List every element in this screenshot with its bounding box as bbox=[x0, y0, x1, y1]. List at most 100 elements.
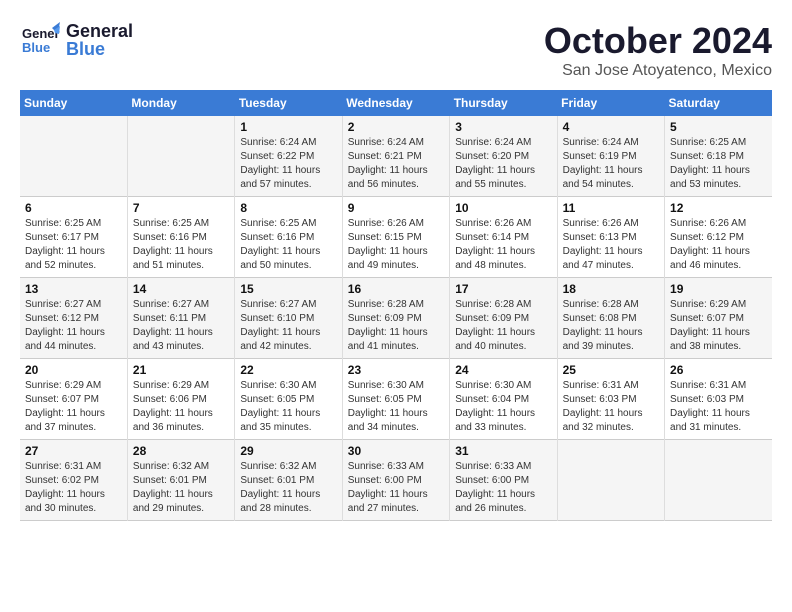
calendar-cell: 25 Sunrise: 6:31 AM Sunset: 6:03 PM Dayli… bbox=[557, 359, 664, 440]
day-header-monday: Monday bbox=[127, 90, 234, 116]
day-info: Sunrise: 6:24 AM Sunset: 6:21 PM Dayligh… bbox=[348, 136, 444, 192]
day-info: Sunrise: 6:33 AM Sunset: 6:00 PM Dayligh… bbox=[348, 460, 444, 516]
calendar-cell bbox=[20, 116, 127, 197]
day-info: Sunrise: 6:29 AM Sunset: 6:07 PM Dayligh… bbox=[670, 298, 767, 354]
day-number: 30 bbox=[348, 444, 444, 458]
day-info: Sunrise: 6:24 AM Sunset: 6:22 PM Dayligh… bbox=[240, 136, 336, 192]
title-section: October 2024 San Jose Atoyatenco, Mexico bbox=[544, 20, 772, 80]
day-number: 4 bbox=[563, 120, 659, 134]
day-number: 11 bbox=[563, 201, 659, 215]
day-header-sunday: Sunday bbox=[20, 90, 127, 116]
calendar-cell: 13 Sunrise: 6:27 AM Sunset: 6:12 PM Dayli… bbox=[20, 278, 127, 359]
calendar-cell: 27 Sunrise: 6:31 AM Sunset: 6:02 PM Dayli… bbox=[20, 440, 127, 521]
day-number: 29 bbox=[240, 444, 336, 458]
calendar-cell: 3 Sunrise: 6:24 AM Sunset: 6:20 PM Daylig… bbox=[450, 116, 557, 197]
day-info: Sunrise: 6:30 AM Sunset: 6:04 PM Dayligh… bbox=[455, 379, 551, 435]
calendar-cell: 10Sunrise: 6:26 AM Sunset: 6:14 PM Dayli… bbox=[450, 197, 557, 278]
day-info: Sunrise: 6:25 AM Sunset: 6:18 PM Dayligh… bbox=[670, 136, 767, 192]
day-number: 19 bbox=[670, 282, 767, 296]
day-number: 31 bbox=[455, 444, 551, 458]
calendar-cell: 24 Sunrise: 6:30 AM Sunset: 6:04 PM Dayli… bbox=[450, 359, 557, 440]
calendar-cell: 4 Sunrise: 6:24 AM Sunset: 6:19 PM Daylig… bbox=[557, 116, 664, 197]
day-number: 14 bbox=[133, 282, 229, 296]
logo: General Blue General Blue bbox=[20, 20, 133, 60]
calendar-cell: 14 Sunrise: 6:27 AM Sunset: 6:11 PM Dayli… bbox=[127, 278, 234, 359]
day-info: Sunrise: 6:33 AM Sunset: 6:00 PM Dayligh… bbox=[455, 460, 551, 516]
calendar-cell: 2 Sunrise: 6:24 AM Sunset: 6:21 PM Daylig… bbox=[342, 116, 449, 197]
day-info: Sunrise: 6:26 AM Sunset: 6:12 PM Dayligh… bbox=[670, 217, 767, 273]
day-number: 5 bbox=[670, 120, 767, 134]
calendar-cell: 19 Sunrise: 6:29 AM Sunset: 6:07 PM Dayli… bbox=[665, 278, 772, 359]
calendar-cell: 18 Sunrise: 6:28 AM Sunset: 6:08 PM Dayli… bbox=[557, 278, 664, 359]
logo-icon: General Blue bbox=[20, 20, 60, 60]
calendar-cell: 16Sunrise: 6:28 AM Sunset: 6:09 PM Dayli… bbox=[342, 278, 449, 359]
day-header-thursday: Thursday bbox=[450, 90, 557, 116]
day-number: 2 bbox=[348, 120, 444, 134]
week-row-4: 20Sunrise: 6:29 AM Sunset: 6:07 PM Dayli… bbox=[20, 359, 772, 440]
day-number: 21 bbox=[133, 363, 229, 377]
calendar-cell: 1 Sunrise: 6:24 AM Sunset: 6:22 PM Daylig… bbox=[235, 116, 342, 197]
day-info: Sunrise: 6:30 AM Sunset: 6:05 PM Dayligh… bbox=[240, 379, 336, 435]
day-number: 3 bbox=[455, 120, 551, 134]
calendar-subtitle: San Jose Atoyatenco, Mexico bbox=[544, 62, 772, 80]
day-info: Sunrise: 6:30 AM Sunset: 6:05 PM Dayligh… bbox=[348, 379, 444, 435]
day-info: Sunrise: 6:29 AM Sunset: 6:06 PM Dayligh… bbox=[133, 379, 229, 435]
day-info: Sunrise: 6:28 AM Sunset: 6:08 PM Dayligh… bbox=[563, 298, 659, 354]
day-header-tuesday: Tuesday bbox=[235, 90, 342, 116]
calendar-cell: 31 Sunrise: 6:33 AM Sunset: 6:00 PM Dayli… bbox=[450, 440, 557, 521]
calendar-title: October 2024 bbox=[544, 20, 772, 62]
day-header-friday: Friday bbox=[557, 90, 664, 116]
day-number: 9 bbox=[348, 201, 444, 215]
day-info: Sunrise: 6:25 AM Sunset: 6:16 PM Dayligh… bbox=[133, 217, 229, 273]
day-number: 17 bbox=[455, 282, 551, 296]
day-info: Sunrise: 6:31 AM Sunset: 6:03 PM Dayligh… bbox=[670, 379, 767, 435]
day-number: 6 bbox=[25, 201, 122, 215]
day-info: Sunrise: 6:31 AM Sunset: 6:03 PM Dayligh… bbox=[563, 379, 659, 435]
day-number: 24 bbox=[455, 363, 551, 377]
day-number: 12 bbox=[670, 201, 767, 215]
day-info: Sunrise: 6:32 AM Sunset: 6:01 PM Dayligh… bbox=[240, 460, 336, 516]
calendar-cell: 20Sunrise: 6:29 AM Sunset: 6:07 PM Dayli… bbox=[20, 359, 127, 440]
calendar-cell: 8 Sunrise: 6:25 AM Sunset: 6:16 PM Daylig… bbox=[235, 197, 342, 278]
days-header-row: SundayMondayTuesdayWednesdayThursdayFrid… bbox=[20, 90, 772, 116]
day-number: 26 bbox=[670, 363, 767, 377]
calendar-cell: 23Sunrise: 6:30 AM Sunset: 6:05 PM Dayli… bbox=[342, 359, 449, 440]
day-info: Sunrise: 6:26 AM Sunset: 6:13 PM Dayligh… bbox=[563, 217, 659, 273]
day-number: 8 bbox=[240, 201, 336, 215]
day-header-wednesday: Wednesday bbox=[342, 90, 449, 116]
logo-general: General bbox=[66, 22, 133, 40]
day-number: 27 bbox=[25, 444, 122, 458]
day-info: Sunrise: 6:32 AM Sunset: 6:01 PM Dayligh… bbox=[133, 460, 229, 516]
day-number: 10 bbox=[455, 201, 551, 215]
day-number: 1 bbox=[240, 120, 336, 134]
calendar-cell bbox=[665, 440, 772, 521]
day-number: 22 bbox=[240, 363, 336, 377]
day-info: Sunrise: 6:31 AM Sunset: 6:02 PM Dayligh… bbox=[25, 460, 122, 516]
week-row-5: 27 Sunrise: 6:31 AM Sunset: 6:02 PM Dayli… bbox=[20, 440, 772, 521]
calendar-cell: 30 Sunrise: 6:33 AM Sunset: 6:00 PM Dayli… bbox=[342, 440, 449, 521]
day-info: Sunrise: 6:24 AM Sunset: 6:19 PM Dayligh… bbox=[563, 136, 659, 192]
day-number: 13 bbox=[25, 282, 122, 296]
calendar-cell: 17Sunrise: 6:28 AM Sunset: 6:09 PM Dayli… bbox=[450, 278, 557, 359]
day-info: Sunrise: 6:27 AM Sunset: 6:11 PM Dayligh… bbox=[133, 298, 229, 354]
day-number: 25 bbox=[563, 363, 659, 377]
logo-blue: Blue bbox=[66, 40, 133, 58]
day-number: 20 bbox=[25, 363, 122, 377]
day-info: Sunrise: 6:27 AM Sunset: 6:12 PM Dayligh… bbox=[25, 298, 122, 354]
calendar-cell: 5 Sunrise: 6:25 AM Sunset: 6:18 PM Daylig… bbox=[665, 116, 772, 197]
day-info: Sunrise: 6:28 AM Sunset: 6:09 PM Dayligh… bbox=[348, 298, 444, 354]
calendar-cell: 21 Sunrise: 6:29 AM Sunset: 6:06 PM Dayli… bbox=[127, 359, 234, 440]
calendar-cell: 9Sunrise: 6:26 AM Sunset: 6:15 PM Daylig… bbox=[342, 197, 449, 278]
day-info: Sunrise: 6:24 AM Sunset: 6:20 PM Dayligh… bbox=[455, 136, 551, 192]
day-number: 28 bbox=[133, 444, 229, 458]
calendar-cell: 7Sunrise: 6:25 AM Sunset: 6:16 PM Daylig… bbox=[127, 197, 234, 278]
calendar-cell: 15Sunrise: 6:27 AM Sunset: 6:10 PM Dayli… bbox=[235, 278, 342, 359]
page-header: General Blue General Blue October 2024 S… bbox=[20, 20, 772, 80]
calendar-cell bbox=[127, 116, 234, 197]
day-header-saturday: Saturday bbox=[665, 90, 772, 116]
calendar-cell: 28 Sunrise: 6:32 AM Sunset: 6:01 PM Dayli… bbox=[127, 440, 234, 521]
day-number: 18 bbox=[563, 282, 659, 296]
day-info: Sunrise: 6:25 AM Sunset: 6:16 PM Dayligh… bbox=[240, 217, 336, 273]
svg-text:Blue: Blue bbox=[22, 40, 50, 55]
week-row-3: 13 Sunrise: 6:27 AM Sunset: 6:12 PM Dayli… bbox=[20, 278, 772, 359]
